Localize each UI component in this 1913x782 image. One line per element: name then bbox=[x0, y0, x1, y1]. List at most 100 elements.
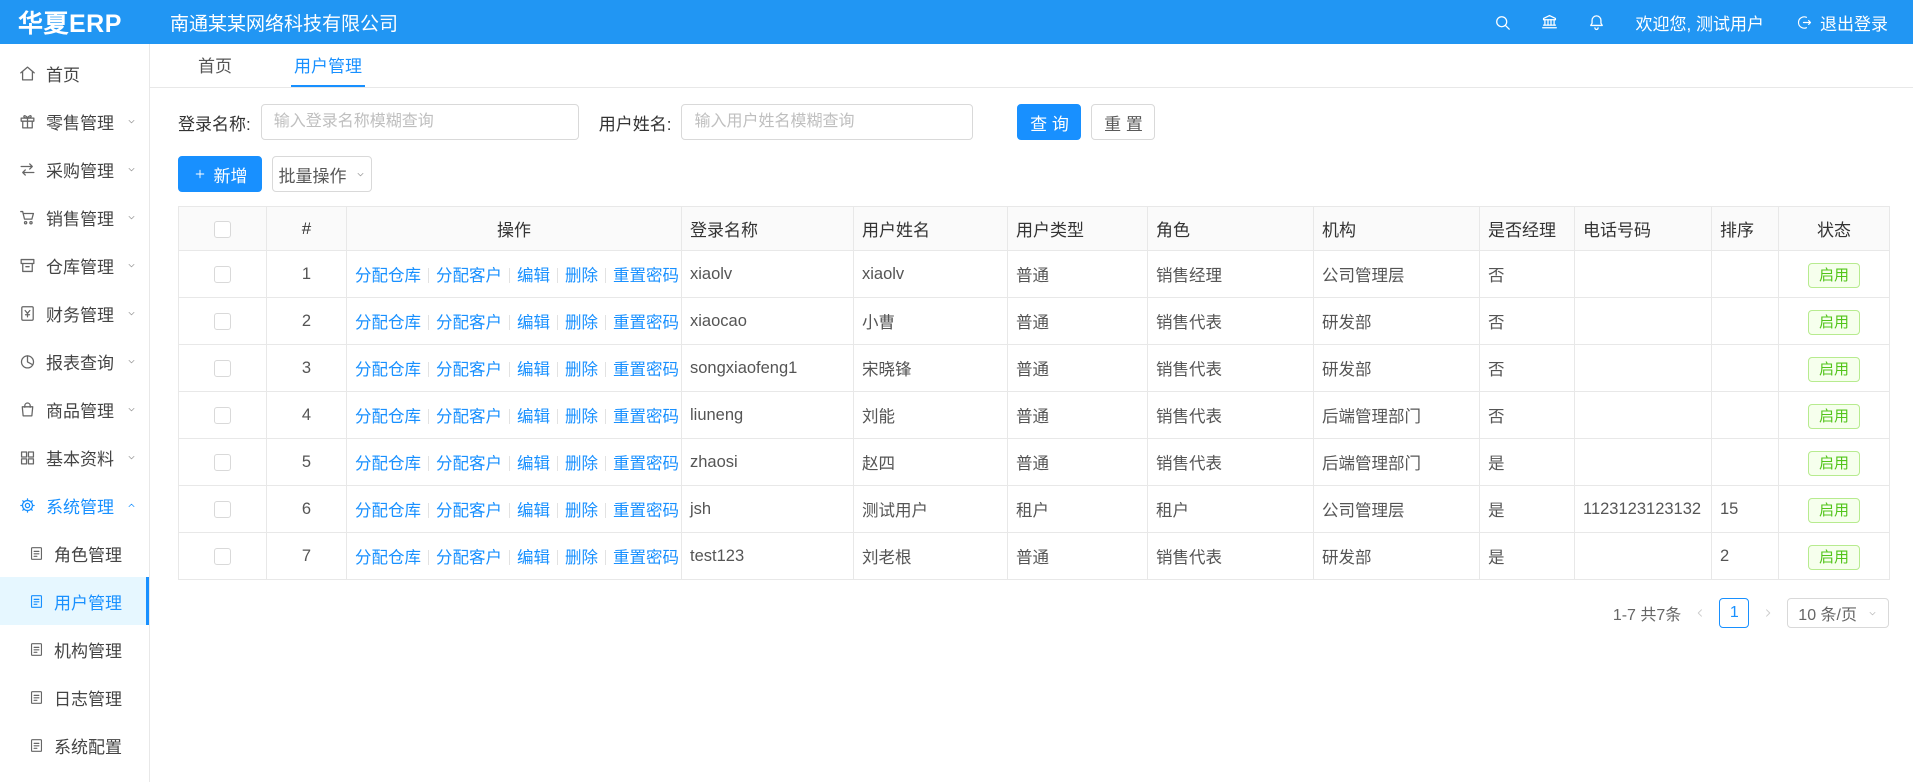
reset-password-link[interactable]: 重置密码 bbox=[613, 267, 679, 285]
cell-sort: 15 bbox=[1712, 486, 1779, 533]
assign-customer-link[interactable]: 分配客户 bbox=[436, 361, 502, 379]
sidebar-item-goods[interactable]: 商品管理 bbox=[0, 385, 149, 433]
row-checkbox[interactable] bbox=[214, 454, 231, 471]
page-size-select[interactable]: 10 条/页 bbox=[1787, 598, 1889, 628]
sidebar-item-home[interactable]: 首页 bbox=[0, 49, 149, 97]
reset-button[interactable]: 重 置 bbox=[1091, 104, 1155, 140]
row-checkbox[interactable] bbox=[214, 266, 231, 283]
cell-user-name: 小曹 bbox=[854, 298, 1008, 345]
bank-icon[interactable] bbox=[1540, 13, 1559, 32]
sidebar-item-warehouse[interactable]: 仓库管理 bbox=[0, 241, 149, 289]
delete-link[interactable]: 删除 bbox=[565, 314, 598, 332]
user-name-input[interactable] bbox=[681, 104, 973, 140]
logout-button[interactable]: 退出登录 bbox=[1796, 10, 1888, 35]
row-checkbox[interactable] bbox=[214, 313, 231, 330]
reset-password-link[interactable]: 重置密码 bbox=[613, 408, 679, 426]
reset-password-link[interactable]: 重置密码 bbox=[613, 502, 679, 520]
cell-role: 租户 bbox=[1148, 486, 1314, 533]
sidebar-item-report[interactable]: 报表查询 bbox=[0, 337, 149, 385]
sidebar-item-finance[interactable]: 财务管理 bbox=[0, 289, 149, 337]
delete-link[interactable]: 删除 bbox=[565, 267, 598, 285]
search-button[interactable]: 查 询 bbox=[1017, 104, 1081, 140]
reset-password-link[interactable]: 重置密码 bbox=[613, 455, 679, 473]
cell-status: 启用 bbox=[1779, 345, 1890, 392]
assign-customer-link[interactable]: 分配客户 bbox=[436, 314, 502, 332]
operation-separator bbox=[605, 315, 606, 330]
assign-customer-link[interactable]: 分配客户 bbox=[436, 502, 502, 520]
prev-page-button[interactable] bbox=[1693, 606, 1707, 620]
edit-link[interactable]: 编辑 bbox=[517, 455, 550, 473]
edit-link[interactable]: 编辑 bbox=[517, 314, 550, 332]
assign-warehouse-link[interactable]: 分配仓库 bbox=[355, 361, 421, 379]
assign-customer-link[interactable]: 分配客户 bbox=[436, 267, 502, 285]
tab-user-management[interactable]: 用户管理 bbox=[291, 44, 365, 87]
assign-warehouse-link[interactable]: 分配仓库 bbox=[355, 455, 421, 473]
current-page[interactable]: 1 bbox=[1719, 598, 1749, 628]
sidebar-item-label: 基本资料 bbox=[46, 445, 114, 470]
assign-customer-link[interactable]: 分配客户 bbox=[436, 455, 502, 473]
reset-password-link[interactable]: 重置密码 bbox=[613, 361, 679, 379]
batch-operations-button[interactable]: 批量操作 bbox=[272, 156, 372, 192]
assign-warehouse-link[interactable]: 分配仓库 bbox=[355, 549, 421, 567]
sidebar-item-sales[interactable]: 销售管理 bbox=[0, 193, 149, 241]
plus-icon bbox=[193, 167, 207, 181]
cell-user-type: 普通 bbox=[1008, 298, 1148, 345]
assign-warehouse-link[interactable]: 分配仓库 bbox=[355, 314, 421, 332]
column-header: 机构 bbox=[1314, 207, 1480, 251]
select-all-checkbox[interactable] bbox=[214, 221, 231, 238]
chevron-down-icon bbox=[126, 212, 137, 223]
sidebar-item-basic-data[interactable]: 基本资料 bbox=[0, 433, 149, 481]
sidebar-item-label: 零售管理 bbox=[46, 109, 114, 134]
add-button[interactable]: 新增 bbox=[178, 156, 262, 192]
assign-warehouse-link[interactable]: 分配仓库 bbox=[355, 267, 421, 285]
edit-link[interactable]: 编辑 bbox=[517, 267, 550, 285]
status-badge: 启用 bbox=[1808, 310, 1860, 335]
reset-password-link[interactable]: 重置密码 bbox=[613, 314, 679, 332]
delete-link[interactable]: 删除 bbox=[565, 549, 598, 567]
row-checkbox[interactable] bbox=[214, 407, 231, 424]
edit-link[interactable]: 编辑 bbox=[517, 549, 550, 567]
chevron-up-icon bbox=[126, 500, 137, 511]
sidebar-item-org-management[interactable]: 机构管理 bbox=[0, 625, 149, 673]
sidebar-item-purchase[interactable]: 采购管理 bbox=[0, 145, 149, 193]
sidebar-item-retail[interactable]: 零售管理 bbox=[0, 97, 149, 145]
assign-customer-link[interactable]: 分配客户 bbox=[436, 408, 502, 426]
search-icon[interactable] bbox=[1493, 13, 1512, 32]
sidebar-item-system-config[interactable]: 系统配置 bbox=[0, 721, 149, 769]
row-checkbox[interactable] bbox=[214, 501, 231, 518]
edit-link[interactable]: 编辑 bbox=[517, 502, 550, 520]
cell-is-manager: 是 bbox=[1480, 439, 1575, 486]
row-checkbox[interactable] bbox=[214, 360, 231, 377]
profile-icon bbox=[28, 689, 45, 706]
delete-link[interactable]: 删除 bbox=[565, 408, 598, 426]
delete-link[interactable]: 删除 bbox=[565, 361, 598, 379]
reset-password-link[interactable]: 重置密码 bbox=[613, 549, 679, 567]
next-page-button[interactable] bbox=[1761, 606, 1775, 620]
operation-separator bbox=[509, 456, 510, 471]
table-row: 4分配仓库分配客户编辑删除重置密码liuneng刘能普通销售代表后端管理部门否启… bbox=[179, 392, 1890, 439]
cell-is-manager: 否 bbox=[1480, 392, 1575, 439]
sidebar-item-log-management[interactable]: 日志管理 bbox=[0, 673, 149, 721]
sidebar-item-role-management[interactable]: 角色管理 bbox=[0, 529, 149, 577]
delete-link[interactable]: 删除 bbox=[565, 502, 598, 520]
delete-link[interactable]: 删除 bbox=[565, 455, 598, 473]
operation-separator bbox=[509, 409, 510, 424]
assign-customer-link[interactable]: 分配客户 bbox=[436, 549, 502, 567]
login-name-input[interactable] bbox=[261, 104, 579, 140]
assign-warehouse-link[interactable]: 分配仓库 bbox=[355, 408, 421, 426]
sidebar-item-user-management[interactable]: 用户管理 bbox=[0, 577, 149, 625]
status-badge: 启用 bbox=[1808, 357, 1860, 382]
header-actions: 欢迎您, 测试用户 退出登录 bbox=[1465, 10, 1913, 35]
edit-link[interactable]: 编辑 bbox=[517, 361, 550, 379]
row-checkbox[interactable] bbox=[214, 548, 231, 565]
app-logo: 华夏ERP bbox=[0, 4, 150, 40]
operation-separator bbox=[557, 456, 558, 471]
row-checkbox-cell bbox=[179, 251, 267, 298]
tab-home[interactable]: 首页 bbox=[195, 44, 235, 87]
cell-user-name: 赵四 bbox=[854, 439, 1008, 486]
edit-link[interactable]: 编辑 bbox=[517, 408, 550, 426]
cell-phone: 1123123123132 bbox=[1575, 486, 1712, 533]
bell-icon[interactable] bbox=[1587, 13, 1606, 32]
assign-warehouse-link[interactable]: 分配仓库 bbox=[355, 502, 421, 520]
sidebar-item-system[interactable]: 系统管理 bbox=[0, 481, 149, 529]
